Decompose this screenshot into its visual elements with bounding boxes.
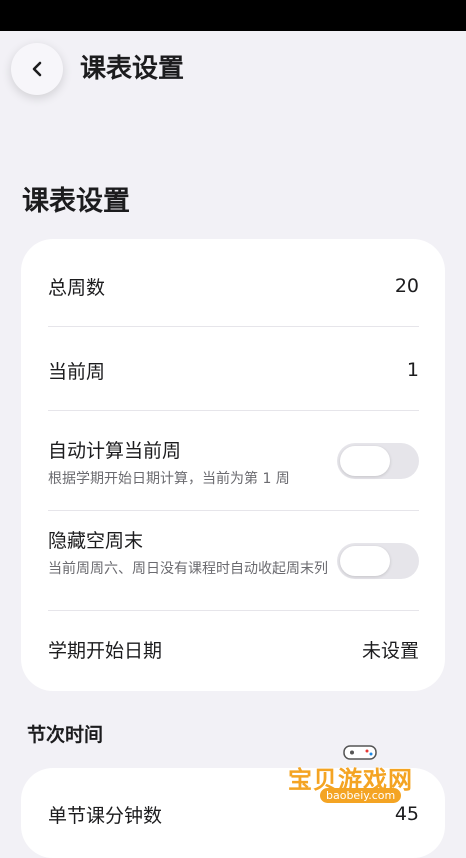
total-weeks-value: 20 — [394, 275, 419, 297]
chevron-left-icon — [32, 61, 42, 77]
total-weeks-label: 总周数 — [48, 277, 106, 299]
auto-calc-label: 自动计算当前周 — [48, 440, 182, 462]
back-button[interactable] — [11, 43, 63, 95]
divider — [48, 510, 419, 511]
current-week-row[interactable]: 当前周 1 — [48, 357, 419, 387]
hide-weekend-desc: 当前周周六、周日没有课程时自动收起周末列 — [48, 561, 328, 577]
divider — [48, 326, 419, 327]
hide-weekend-label: 隐藏空周末 — [48, 530, 144, 552]
auto-calc-toggle[interactable] — [337, 443, 419, 479]
page-title: 课表设置 — [80, 54, 185, 84]
hide-weekend-row: 隐藏空周末 当前周周六、周日没有课程时自动收起周末列 — [48, 528, 419, 604]
settings-card: 总周数 20 当前周 1 自动计算当前周 根据学期开始日期计算，当前为第 1 周… — [21, 239, 445, 691]
gamepad-icon — [343, 745, 377, 760]
current-week-label: 当前周 — [48, 361, 106, 383]
term-start-row[interactable]: 学期开始日期 未设置 — [48, 637, 419, 667]
watermark-logo: 宝贝游戏网 baobeiy.com — [288, 742, 438, 814]
status-bar — [0, 0, 466, 31]
term-start-value: 未设置 — [361, 640, 419, 662]
app-bar: 课表设置 — [0, 31, 466, 109]
lesson-minutes-label: 单节课分钟数 — [48, 805, 163, 827]
hide-weekend-toggle[interactable] — [337, 543, 419, 579]
current-week-value: 1 — [406, 359, 419, 381]
auto-calc-row: 自动计算当前周 根据学期开始日期计算，当前为第 1 周 — [48, 438, 419, 492]
term-start-label: 学期开始日期 — [48, 640, 163, 662]
auto-calc-desc: 根据学期开始日期计算，当前为第 1 周 — [48, 471, 290, 487]
time-section-title: 节次时间 — [27, 724, 104, 746]
total-weeks-row[interactable]: 总周数 20 — [48, 273, 419, 303]
toggle-knob — [340, 546, 390, 576]
watermark-url: baobeiy.com — [320, 788, 402, 803]
divider — [48, 610, 419, 611]
divider — [48, 410, 419, 411]
toggle-knob — [340, 446, 390, 476]
section-title: 课表设置 — [22, 186, 130, 217]
